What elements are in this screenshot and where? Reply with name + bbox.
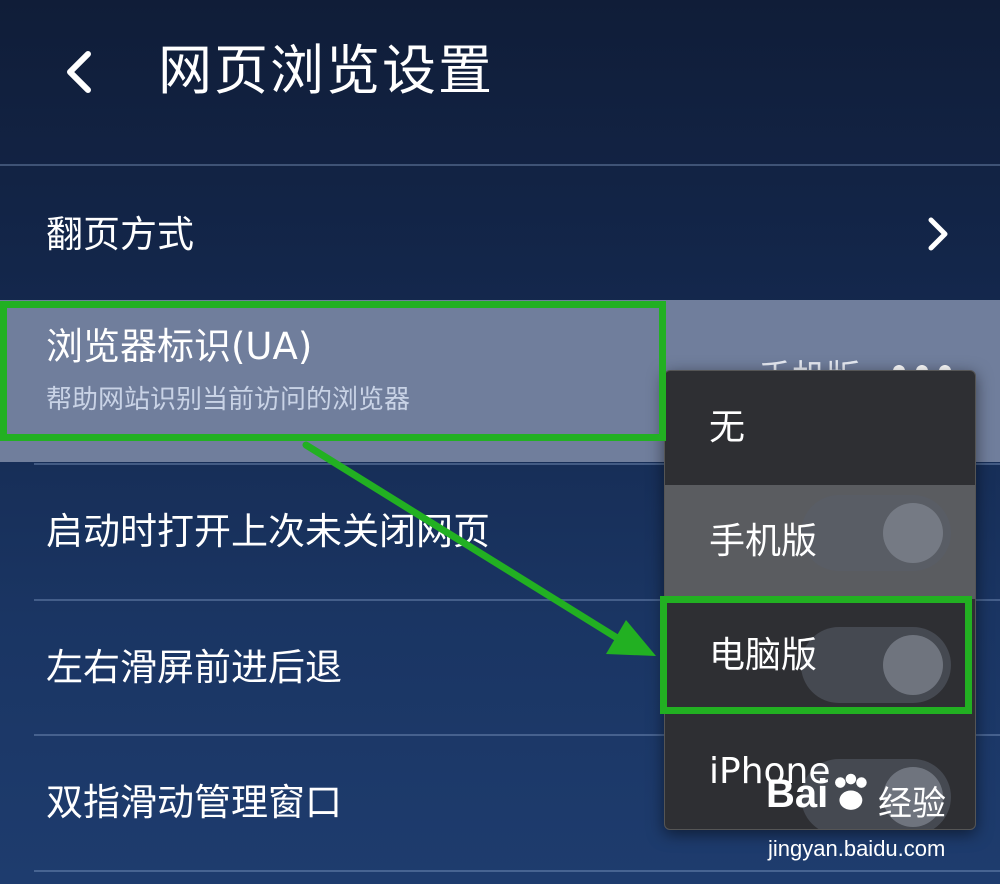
annotation-box-desktop	[660, 596, 972, 714]
ua-option-mobile[interactable]: 手机版	[665, 485, 975, 599]
toggle-knob	[883, 503, 943, 563]
bottom-divider	[34, 870, 1000, 872]
annotation-box-ua	[0, 301, 666, 441]
ua-option-none[interactable]: 无	[665, 371, 975, 485]
ua-option-label: 无	[709, 407, 746, 448]
watermark-url: jingyan.baidu.com	[768, 836, 946, 861]
watermark-brand-cn: 经验	[878, 784, 946, 824]
ua-option-label: 手机版	[709, 521, 818, 562]
baidu-watermark: Bai 经验 jingyan.baidu.com	[766, 770, 986, 870]
toggle-ghost	[801, 495, 951, 571]
watermark-brand: Bai	[766, 772, 829, 816]
chevron-right-icon	[928, 217, 948, 251]
setting-swipe-nav-label: 左右滑屏前进后退	[46, 646, 342, 689]
setting-page-turn[interactable]: 翻页方式	[0, 166, 1000, 300]
setting-two-finger-label: 双指滑动管理窗口	[46, 781, 342, 824]
setting-page-turn-label: 翻页方式	[46, 213, 194, 256]
setting-restore-tabs-label: 启动时打开上次未关闭网页	[46, 510, 490, 553]
paw-icon	[835, 773, 867, 810]
page-title: 网页浏览设置	[158, 39, 494, 102]
header: 网页浏览设置	[0, 0, 1000, 165]
chevron-left-icon[interactable]	[58, 48, 98, 96]
